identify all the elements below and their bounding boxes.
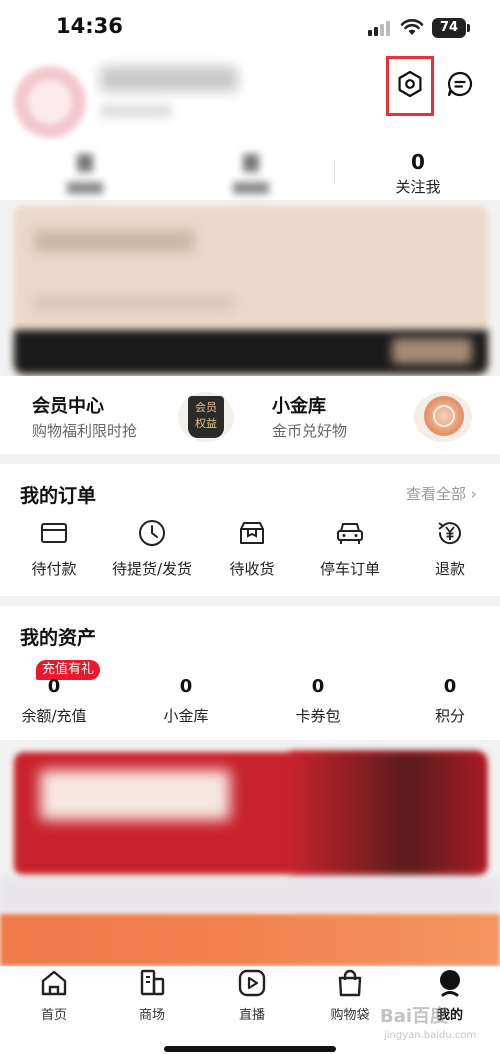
- asset-value: 0: [311, 676, 325, 697]
- card-text-blurred: [34, 230, 194, 252]
- home-icon: [41, 970, 67, 996]
- followers-count: 0: [411, 150, 425, 174]
- tab-label: 首页: [40, 1008, 67, 1023]
- tab-mall[interactable]: 商场: [102, 968, 202, 1023]
- category-strip-blurred: [0, 876, 500, 914]
- stat-blurred-1[interactable]: [30, 150, 140, 194]
- car-icon: [337, 523, 363, 544]
- asset-balance[interactable]: 0 余额/充值: [0, 676, 114, 726]
- shopping-bag-icon: [338, 969, 362, 997]
- profile-icon: [440, 970, 460, 997]
- coin-inner-ring: [433, 405, 455, 427]
- asset-label: 积分: [434, 707, 465, 725]
- signal-icon: [368, 21, 390, 36]
- wallet-card-icon: [41, 523, 67, 543]
- home-indicator: [164, 1046, 336, 1052]
- order-label: 退款: [434, 560, 465, 578]
- user-level-blurred: [100, 104, 172, 118]
- mall-building-icon: [140, 969, 165, 996]
- order-label: 待提货/发货: [111, 560, 193, 578]
- promo-banner-photo-blurred: [290, 752, 486, 876]
- member-center-title[interactable]: 会员中心: [32, 392, 104, 418]
- battery-tip: [467, 24, 470, 32]
- order-label: 停车订单: [319, 560, 380, 578]
- username-blurred: [100, 66, 238, 92]
- tab-home[interactable]: 首页: [4, 968, 104, 1023]
- tab-label: 商场: [138, 1008, 165, 1023]
- asset-label: 小金库: [163, 707, 209, 725]
- gold-vault-subtitle: 金币兑好物: [272, 422, 348, 440]
- view-all-orders-link[interactable]: 查看全部 ›: [406, 483, 477, 504]
- asset-gold-vault[interactable]: 0 小金库: [126, 676, 246, 726]
- orders-title: 我的订单: [20, 485, 97, 507]
- baidu-watermark-url: jingyan.baidu.com: [384, 1030, 477, 1041]
- live-play-icon: [238, 969, 266, 997]
- order-refund[interactable]: 退款: [400, 518, 500, 579]
- followers-label: 关注我: [395, 178, 441, 196]
- asset-value: 0: [47, 676, 61, 697]
- tab-label: 直播: [238, 1008, 265, 1023]
- gold-vault-title[interactable]: 小金库: [272, 392, 326, 418]
- order-pending-receipt[interactable]: 待收货: [202, 518, 302, 579]
- stat-followers[interactable]: 0 关注我: [363, 150, 473, 197]
- badge-text-2: 权益: [195, 417, 217, 430]
- card-button-blurred[interactable]: [392, 338, 472, 364]
- tab-live[interactable]: 直播: [202, 968, 302, 1023]
- avatar-inner: [28, 80, 72, 124]
- promo-banner-text-blurred: [40, 770, 230, 820]
- card-text-blurred-2: [34, 296, 234, 310]
- asset-value: 0: [443, 676, 457, 697]
- settings-hexagon-icon[interactable]: [396, 70, 424, 98]
- badge-text-1: 会员: [195, 401, 217, 414]
- message-chat-icon[interactable]: [446, 70, 474, 98]
- order-label: 待收货: [229, 560, 275, 578]
- order-label: 待付款: [31, 560, 77, 578]
- wifi-icon: [400, 19, 424, 35]
- stat-divider: [334, 160, 335, 184]
- assets-title: 我的资产: [20, 627, 97, 649]
- asset-label: 卡券包: [295, 707, 341, 725]
- order-pending-pickup[interactable]: 待提货/发货: [102, 518, 202, 579]
- baidu-watermark: Bai百度: [380, 1006, 449, 1027]
- asset-value: 0: [179, 676, 193, 697]
- member-center-subtitle: 购物福利限时抢: [32, 422, 138, 440]
- clock-icon: [139, 520, 165, 546]
- asset-label: 余额/充值: [21, 707, 87, 725]
- order-parking[interactable]: 停车订单: [300, 518, 400, 579]
- status-time: 14:36: [56, 14, 123, 38]
- order-pending-payment[interactable]: 待付款: [4, 518, 104, 579]
- secondary-banner-blurred[interactable]: [0, 914, 500, 966]
- refund-yen-icon: [438, 522, 461, 545]
- member-benefits-badge-icon[interactable]: 会员 权益: [188, 396, 224, 438]
- battery-icon: 74: [432, 18, 466, 38]
- asset-coupons[interactable]: 0 卡券包: [258, 676, 378, 726]
- asset-points[interactable]: 0 积分: [390, 676, 500, 726]
- stat-blurred-2[interactable]: [196, 150, 306, 194]
- package-box-icon: [240, 522, 264, 544]
